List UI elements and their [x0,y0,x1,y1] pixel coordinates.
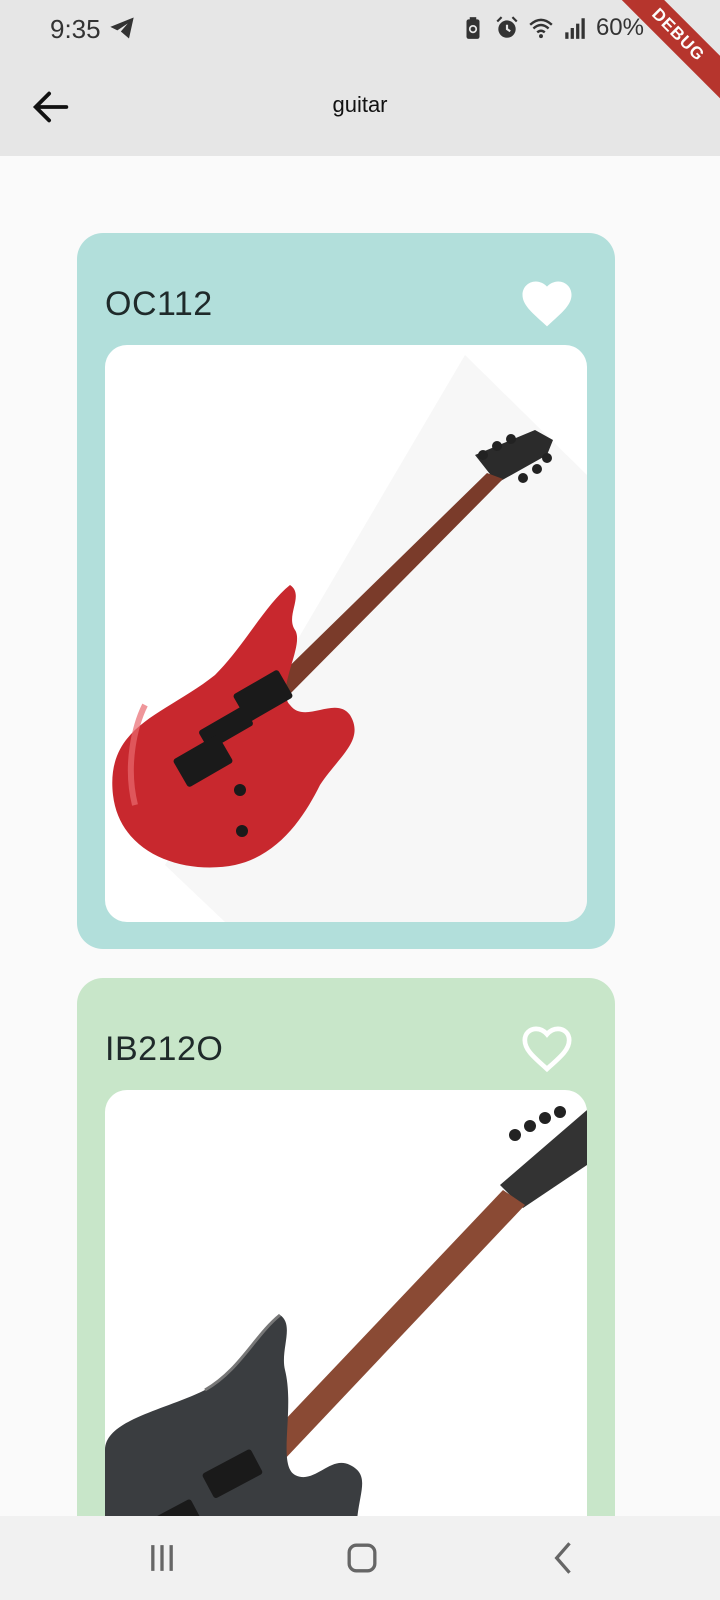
product-name: IB212O [105,1030,224,1068]
product-list[interactable]: OC112 IB212O [0,156,720,1516]
recent-apps-icon[interactable] [140,1536,184,1580]
page-title: guitar [332,92,388,117]
product-image[interactable] [105,345,587,922]
heart-outline-icon[interactable] [519,1022,575,1074]
status-icons: 60% [460,14,644,42]
battery-percent: 60% [595,14,644,41]
alarm-icon [496,16,518,38]
heart-filled-icon[interactable] [519,277,575,329]
product-card[interactable]: OC112 [77,233,615,949]
red-guitar-image [112,355,587,922]
system-nav-bar [0,1516,720,1600]
battery-saver-icon [466,17,480,39]
status-bar: 9:35 60% [0,0,720,58]
app-bar: guitar [0,58,720,156]
signal-icon [565,18,585,39]
wifi-icon [529,18,553,39]
product-card[interactable]: IB212O [77,978,615,1516]
home-icon[interactable] [340,1536,384,1580]
status-time: 9:35 [50,14,101,44]
telegram-icon [110,17,134,39]
back-icon[interactable] [542,1536,586,1580]
product-name: OC112 [105,285,213,323]
black-guitar-image [105,1106,587,1516]
product-image[interactable] [105,1090,587,1516]
